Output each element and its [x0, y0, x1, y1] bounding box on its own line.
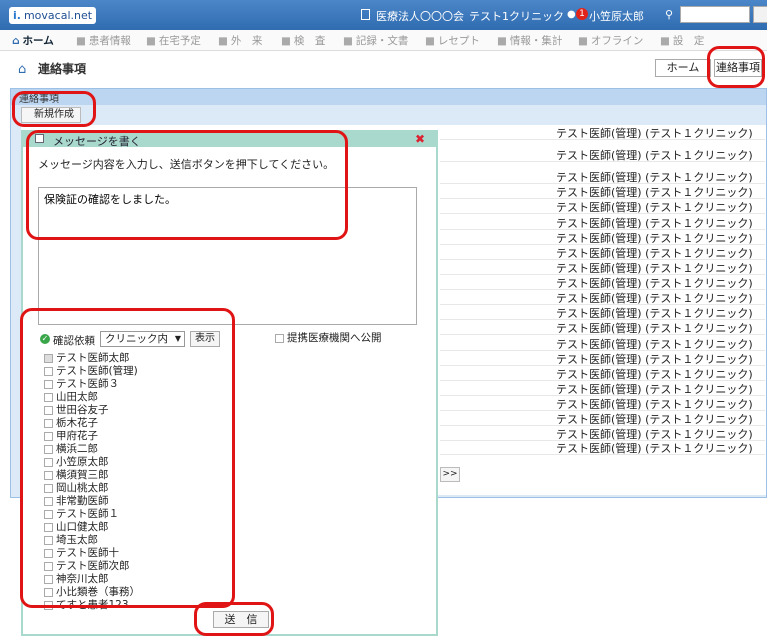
search-icon: ⚲: [665, 8, 674, 21]
building-icon: [361, 9, 370, 20]
nav-item-label: 情報・集計: [509, 35, 563, 47]
nav-item-label: 外 来: [230, 35, 263, 47]
settings-icon: ■: [660, 35, 670, 47]
nav-item-1[interactable]: ■ 患者情報: [76, 33, 131, 48]
clinic-name[interactable]: テスト1クリニック: [469, 8, 564, 24]
close-icon[interactable]: ✖: [415, 132, 425, 146]
nav-item-4[interactable]: ■ 検 査: [281, 33, 325, 48]
logo[interactable]: i. movacal.net: [9, 7, 96, 24]
row-divider: [440, 454, 765, 455]
pager-next-button[interactable]: >>: [440, 467, 460, 482]
annotation-highlight: [12, 91, 96, 127]
offline-icon: ■: [578, 35, 588, 47]
nav-item-0[interactable]: ⌂ ホーム: [12, 33, 54, 48]
nav-item-3[interactable]: ■ 外 来: [218, 33, 262, 48]
nav-item-label: 検 査: [293, 35, 326, 47]
organization-name: 医療法人〇〇〇会: [376, 10, 464, 23]
nav-item-7[interactable]: ■ 情報・集計: [497, 33, 562, 48]
document-icon: ■: [343, 35, 353, 47]
row-divider: [440, 161, 765, 162]
search-input[interactable]: [680, 6, 750, 23]
annotation-highlight: [26, 130, 348, 240]
logo-icon: i.: [13, 9, 21, 22]
patient-icon: ■: [76, 35, 86, 47]
breadcrumb-home-button[interactable]: ホーム: [655, 59, 711, 77]
outpatient-icon: ■: [218, 35, 228, 47]
user-icon: ●: [567, 9, 576, 20]
nav-item-label: レセプト: [437, 35, 480, 47]
nav-item-label: 在宅予定: [158, 35, 201, 47]
public-to-partners-option[interactable]: 提携医療機関へ公開: [275, 330, 382, 345]
user-name[interactable]: 小笠原太郎: [589, 8, 644, 24]
logo-text: movacal.net: [23, 9, 93, 22]
home-icon: ⌂: [18, 62, 27, 77]
nav-item-5[interactable]: ■ 記録・文書: [343, 33, 408, 48]
search-button[interactable]: [753, 6, 767, 23]
main-nav: ⌂ ホーム ■ 患者情報 ■ 在宅予定 ■ 外 来 ■ 検 査 ■ 記録・文書 ■ レセプト ■ 情報・集計 ■…: [0, 30, 767, 51]
stats-icon: ■: [497, 35, 507, 47]
top-bar: i. movacal.net 医療法人〇〇〇会 テスト1クリニック ● 1 小笠原…: [0, 0, 767, 30]
page-title: 連絡事項: [38, 62, 87, 76]
notification-badge[interactable]: 1: [576, 8, 588, 20]
test-icon: ■: [281, 35, 291, 47]
row-divider: [440, 213, 765, 214]
public-label: 提携医療機関へ公開: [287, 332, 382, 344]
annotation-highlight: [707, 46, 765, 88]
public-checkbox[interactable]: [275, 333, 284, 343]
nav-item-8[interactable]: ■ オフライン: [578, 33, 643, 48]
nav-item-6[interactable]: ■ レセプト: [425, 33, 480, 48]
clock-icon: ■: [146, 35, 156, 47]
row-divider: [440, 139, 765, 140]
nav-item-2[interactable]: ■ 在宅予定: [146, 33, 201, 48]
receipt-icon: ■: [425, 35, 435, 47]
nav-item-label: ホーム: [22, 35, 54, 47]
nav-item-label: 患者情報: [88, 35, 131, 47]
nav-item-label: オフライン: [590, 35, 644, 47]
nav-item-label: 設 定: [672, 35, 705, 47]
home-icon: ⌂: [12, 35, 20, 47]
nav-item-9[interactable]: ■ 設 定: [660, 33, 704, 48]
annotation-highlight: [194, 602, 274, 636]
annotation-highlight: [20, 308, 235, 608]
panel-header: 連絡事項: [11, 89, 766, 105]
row-divider: [440, 334, 765, 335]
nav-item-label: 記録・文書: [355, 35, 409, 47]
